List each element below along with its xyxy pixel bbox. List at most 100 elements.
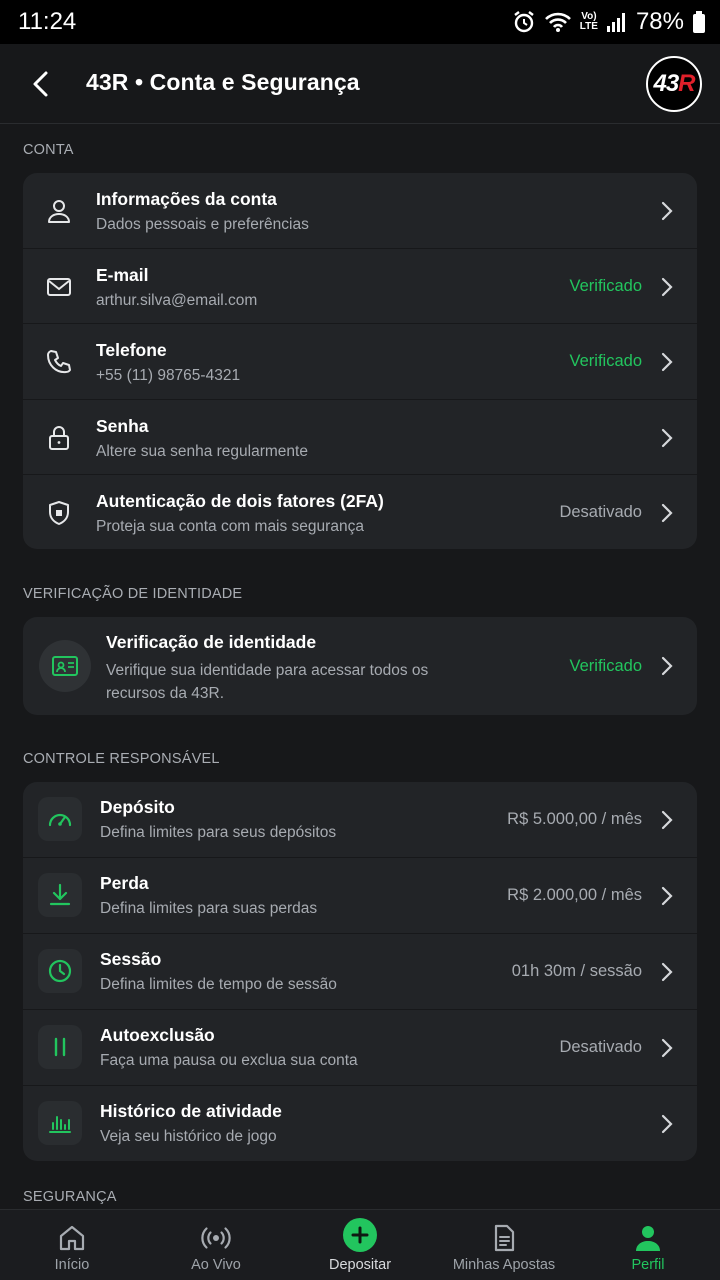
limit-value: R$ 5.000,00 / mês [507,810,642,828]
icon-tile [38,1025,82,1069]
volte-indicator: Vo) LTE [580,12,598,32]
nav-label: Depositar [328,1257,392,1273]
nav-my-bets[interactable]: Minhas Apostas [432,1210,576,1280]
status-badge: Desativado [559,503,642,521]
account-card: Informações da conta Dados pessoais e pr… [23,173,697,549]
bar-chart-icon [49,1116,71,1133]
row-title: Depósito [100,797,175,817]
icon-tile [38,1101,82,1145]
lock-icon [49,425,69,450]
row-subtitle: Faça uma pausa ou exclua sua conta [100,1052,358,1069]
nav-label: Minhas Apostas [452,1257,556,1273]
battery-icon [693,11,705,33]
chevron-right-icon [661,1114,673,1134]
session-limit-row[interactable]: Sessão Defina limites de tempo de sessão… [23,934,697,1010]
icon-tile [38,873,82,917]
row-subtitle: Defina limites para suas perdas [100,900,318,917]
back-arrow-icon[interactable] [26,68,58,100]
row-title: Informações da conta [96,189,277,209]
self-exclusion-row[interactable]: Autoexclusão Faça uma pausa ou exclua su… [23,1010,697,1086]
loss-limit-row[interactable]: Perda Defina limites para suas perdas R$… [23,858,697,934]
lte-label: LTE [579,21,598,32]
chevron-right-icon [661,962,673,982]
download-icon [49,883,71,906]
chevron-right-icon [661,428,673,447]
row-subtitle: Altere sua senha regularmente [96,442,308,460]
alarm-icon [514,11,534,33]
clock-icon [48,959,72,983]
page-title: 43R • Conta e Segurança [86,69,360,95]
mail-icon [47,277,71,296]
email-row[interactable]: E-mail arthur.silva@email.com Verificado [23,249,697,324]
icon-tile [38,797,82,841]
nav-profile[interactable]: Perfil [576,1210,720,1280]
battery-percentage: 78% [635,8,684,35]
row-subtitle: Proteja sua conta com mais segurança [96,518,364,535]
identity-verification-row[interactable]: Verificação de identidade Verifique sua … [23,617,697,715]
two-factor-row[interactable]: Autenticação de dois fatores (2FA) Prote… [23,475,697,549]
deposit-limit-row[interactable]: Depósito Defina limites para seus depósi… [23,782,697,858]
row-title: Autenticação de dois fatores (2FA) [96,491,384,511]
plus-icon [343,1218,377,1252]
nav-home[interactable]: Início [0,1210,144,1280]
chevron-right-icon [661,1038,673,1058]
home-icon [59,1225,85,1251]
status-badge: Verificado [569,352,642,370]
bottom-navigation: Início Ao Vivo Depositar Minhas Apostas … [0,1209,720,1280]
status-time: 11:24 [18,8,77,35]
brand-logo[interactable]: 43 R [646,56,702,112]
row-title: Telefone [96,340,167,360]
profile-icon [636,1226,660,1251]
logo-text: 43 [653,70,679,97]
gauge-icon [48,813,72,827]
nav-label: Início [54,1257,90,1273]
status-icons: Vo) LTE 78% [512,8,706,36]
password-row[interactable]: Senha Altere sua senha regularmente [23,400,697,475]
nav-label: Ao Vivo [191,1257,241,1273]
id-card-icon [52,656,78,676]
nav-deposit[interactable]: Depositar [288,1210,432,1280]
app-header: 43R • Conta e Segurança 43 R [0,44,720,124]
chevron-right-icon [661,810,673,830]
section-title-verificacao: VERIFICAÇÃO DE IDENTIDADE [23,586,243,602]
broadcast-icon [201,1227,231,1249]
activity-history-row[interactable]: Histórico de atividade Veja seu históric… [23,1086,697,1161]
shield-icon [49,501,69,525]
phone-row[interactable]: Telefone +55 (11) 98765-4321 Verificado [23,324,697,400]
row-title: E-mail [96,264,149,285]
section-title-conta: CONTA [23,142,74,158]
chevron-right-icon [661,352,673,372]
wifi-icon [544,12,571,32]
icon-tile [38,949,82,993]
document-icon [494,1224,515,1252]
row-title: Senha [96,415,149,436]
section-title-controle: CONTROLE RESPONSÁVEL [23,751,220,767]
row-subtitle: Defina limites de tempo de sessão [100,976,337,993]
limit-value: R$ 2.000,00 / mês [507,886,642,904]
row-subtitle: Defina limites para seus depósitos [100,824,337,841]
row-title: Histórico de atividade [100,1101,282,1121]
row-subtitle: Verifique sua identidade para acessar to… [106,662,429,702]
row-title: Sessão [100,949,162,969]
identity-card: Verificação de identidade Verifique sua … [23,617,697,715]
limit-value: 01h 30m / sessão [511,962,642,980]
id-card-badge [39,640,91,692]
logo-text-red: R [678,70,695,97]
signal-icon [606,13,625,32]
pause-icon [54,1037,66,1057]
nav-live[interactable]: Ao Vivo [144,1210,288,1280]
user-icon [48,200,70,223]
chevron-right-icon [661,886,673,906]
row-subtitle: Dados pessoais e preferências [96,216,309,233]
row-title: Perda [100,873,149,893]
phone-icon [47,350,71,374]
status-badge: Desativado [559,1038,642,1056]
row-title: Autoexclusão [100,1025,215,1045]
nav-label: Perfil [631,1257,665,1273]
row-subtitle: +55 (11) 98765-4321 [96,367,241,384]
status-badge: Verificado [569,657,642,675]
account-info-row[interactable]: Informações da conta Dados pessoais e pr… [23,173,697,249]
chevron-right-icon [661,277,673,296]
chevron-right-icon [661,503,673,523]
chevron-right-icon [661,656,673,676]
